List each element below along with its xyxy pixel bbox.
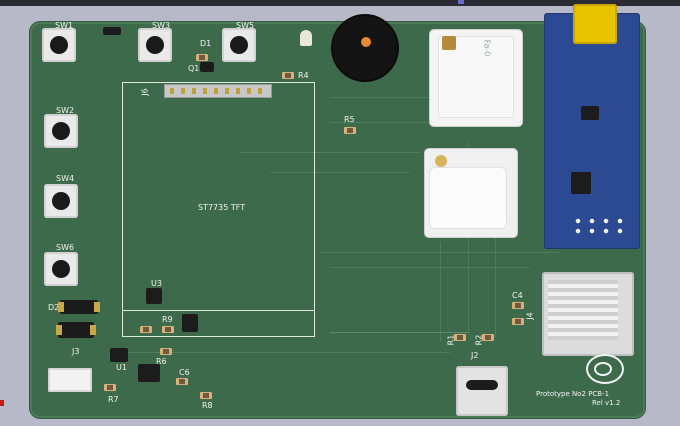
connector-j3[interactable] <box>48 368 92 392</box>
diode-d1[interactable] <box>196 54 208 61</box>
ref-j2: J2 <box>471 351 479 360</box>
trace <box>440 242 441 342</box>
resistor-r8[interactable] <box>200 392 212 399</box>
buzzer-center <box>361 37 371 47</box>
ref-c6: C6 <box>179 368 190 377</box>
antenna-icon <box>442 36 456 50</box>
tactile-switch-icon <box>52 260 70 278</box>
switch-sw6[interactable] <box>44 252 78 286</box>
pointer-marker <box>0 400 4 406</box>
wireless-module-a[interactable]: Fa-0 <box>430 30 522 126</box>
chip-u3[interactable] <box>146 288 162 304</box>
diode-d2[interactable] <box>58 300 100 314</box>
capacitor-c6[interactable] <box>176 378 188 385</box>
ref-sw6: SW6 <box>56 243 75 252</box>
wireless-module-b[interactable] <box>425 149 517 237</box>
tactile-switch-icon <box>52 192 70 210</box>
pin-array <box>571 216 627 236</box>
ref-r7: R7 <box>108 395 119 404</box>
ref-sw4: SW4 <box>56 174 75 183</box>
microsd-slot-icon[interactable] <box>542 272 634 356</box>
switch-sw4[interactable] <box>44 184 78 218</box>
tactile-switch-icon <box>230 36 248 54</box>
blue-module[interactable] <box>545 14 639 248</box>
ref-sw3: SW3 <box>152 21 171 30</box>
ref-sw2: SW2 <box>56 106 75 115</box>
ref-u3: U3 <box>151 279 162 288</box>
ref-j6: J6 <box>140 88 150 96</box>
led[interactable] <box>300 30 312 46</box>
chip <box>571 172 591 194</box>
chip[interactable] <box>103 27 121 35</box>
resistor-r9[interactable] <box>162 326 174 333</box>
resistor-r5[interactable] <box>344 127 356 134</box>
header-j6[interactable] <box>164 84 272 98</box>
ref-sw5: SW5 <box>236 21 255 30</box>
window-indicator <box>458 0 464 4</box>
ref-r8: R8 <box>202 401 213 410</box>
buzzer-icon[interactable] <box>333 16 397 80</box>
tft-label: ST7735 TFT <box>198 203 246 212</box>
ref-d1: D1 <box>200 39 212 48</box>
ref-r5: R5 <box>344 115 355 124</box>
resistor-r1[interactable] <box>454 334 466 341</box>
tactile-switch-icon <box>146 36 164 54</box>
switch-sw5[interactable] <box>222 28 256 62</box>
footer-line2: Rel v1.2 <box>592 399 621 407</box>
diode[interactable] <box>56 322 96 338</box>
header-pins <box>170 88 268 94</box>
tactile-switch-icon <box>52 122 70 140</box>
ref-r6: R6 <box>156 357 167 366</box>
ref-c4: C4 <box>512 291 523 300</box>
trace <box>495 227 496 337</box>
usb-c-icon[interactable] <box>456 366 508 416</box>
resistor[interactable] <box>140 326 152 333</box>
antenna-icon <box>435 155 447 167</box>
ref-q1: Q1 <box>188 64 200 73</box>
module-b-shield <box>429 167 507 229</box>
resistor-r6[interactable] <box>160 348 172 355</box>
capacitor-c4[interactable] <box>512 302 524 309</box>
yellow-connector[interactable] <box>573 4 617 44</box>
switch-sw3[interactable] <box>138 28 172 62</box>
chip <box>581 106 599 120</box>
silk-line <box>330 332 470 333</box>
chip[interactable] <box>182 314 198 332</box>
tactile-switch-icon <box>50 36 68 54</box>
resistor-r7[interactable] <box>104 384 116 391</box>
ref-r9: R9 <box>162 315 173 324</box>
chip-u1[interactable] <box>110 348 128 362</box>
switch-sw1[interactable] <box>42 28 76 62</box>
ref-j4: J4 <box>525 312 535 320</box>
ref-r4: R4 <box>298 71 309 80</box>
chip[interactable] <box>138 364 160 382</box>
ref-u1: U1 <box>116 363 127 372</box>
ref-j3: J3 <box>72 347 80 356</box>
module-a-label: Fa-0 <box>482 39 492 57</box>
tft-divider <box>122 310 315 311</box>
transistor-q1[interactable] <box>200 62 214 72</box>
trace <box>330 267 530 268</box>
switch-sw2[interactable] <box>44 114 78 148</box>
resistor-r4[interactable] <box>282 72 294 79</box>
ref-sw1: SW1 <box>55 21 74 30</box>
resistor-r2[interactable] <box>482 334 494 341</box>
capacitor[interactable] <box>512 318 524 325</box>
logo-icon <box>586 354 624 384</box>
footer-line1: Prototype No2 PCB-1 <box>536 390 610 398</box>
pcb-board[interactable]: SW1 SW3 SW5 SW2 SW4 SW6 D1 Q1 R4 R5 J6 S… <box>30 4 645 418</box>
